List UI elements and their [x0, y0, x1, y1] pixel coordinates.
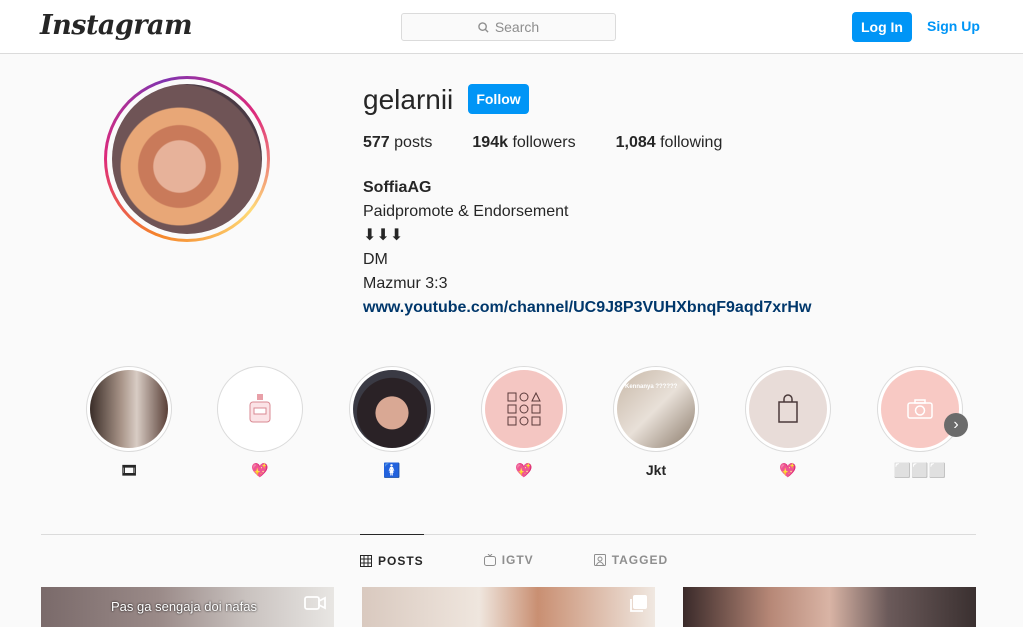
highlight-item[interactable]: 🚺: [349, 366, 435, 479]
story-highlights: 🎞 💖 🚺 💖 Kennanya ?????? Jkt 💖 ⬜⬜⬜ ›: [86, 366, 976, 486]
highlight-label: 🚺: [383, 462, 401, 478]
bio-line: ⬇⬇⬇: [363, 227, 404, 244]
post-thumbnail[interactable]: Pas ga sengaja doi nafas: [41, 587, 334, 627]
bio-line: Paidpromote & Endorsement: [363, 203, 569, 220]
search-icon: [478, 21, 489, 33]
multi-photo-icon: [630, 595, 647, 612]
bio-name: SoffiaAG: [363, 179, 432, 196]
highlight-label: 🎞: [120, 462, 138, 478]
avatar-photo: [112, 84, 262, 234]
highlight-item[interactable]: 🎞: [86, 366, 172, 479]
video-icon: [304, 596, 326, 610]
highlight-item[interactable]: 💖: [745, 366, 831, 479]
highlight-item[interactable]: Kennanya ?????? Jkt: [613, 366, 699, 478]
highlight-label: Jkt: [645, 462, 667, 478]
follow-button[interactable]: Follow: [468, 84, 529, 114]
bio-line: DM: [363, 251, 388, 268]
highlight-photo: [485, 370, 563, 448]
perfume-bottle-icon: [249, 394, 271, 423]
tab-posts[interactable]: POSTS: [360, 534, 424, 586]
instagram-logo[interactable]: Instagram: [40, 10, 193, 41]
top-navigation-bar: Instagram Search Log In Sign Up: [0, 0, 1023, 54]
grid-icon: [360, 554, 372, 567]
search-placeholder: Search: [494, 19, 540, 35]
post-thumbnail[interactable]: [362, 587, 655, 627]
profile-username: gelarnii: [363, 84, 454, 115]
bio-link[interactable]: www.youtube.com/channel/UC9J8P3VUHXbnqF9…: [363, 299, 811, 316]
highlight-photo: Kennanya ??????: [617, 370, 695, 448]
followers-stat[interactable]: 194k followers: [472, 134, 575, 152]
tagged-icon: [593, 554, 606, 566]
post-caption: Pas ga sengaja doi nafas: [111, 599, 257, 614]
highlight-item[interactable]: 💖: [217, 366, 303, 479]
highlight-photo: [353, 370, 431, 448]
highlight-label: ⬜⬜⬜: [893, 462, 947, 478]
camera-icon: [907, 399, 933, 419]
highlight-label: 💖: [779, 462, 797, 478]
highlight-photo: [881, 370, 959, 448]
profile-tabs: POSTS IGTV TAGGED: [360, 534, 728, 586]
bio-line: Mazmur 3:3: [363, 275, 448, 292]
highlight-photo: [221, 370, 299, 448]
highlight-photo: [90, 370, 168, 448]
signup-link[interactable]: Sign Up: [927, 18, 980, 34]
login-button[interactable]: Log In: [852, 12, 912, 42]
profile-avatar[interactable]: [104, 76, 270, 242]
posts-stat: 577 posts: [363, 134, 433, 151]
highlights-next-button[interactable]: ›: [944, 413, 968, 437]
post-thumbnail[interactable]: [683, 587, 976, 627]
highlight-photo: [749, 370, 827, 448]
tab-igtv[interactable]: IGTV: [483, 534, 534, 586]
igtv-icon: [483, 554, 496, 566]
tab-tagged[interactable]: TAGGED: [593, 534, 668, 586]
chevron-right-icon: ›: [953, 416, 959, 433]
icon-grid-icon: [507, 391, 541, 426]
following-stat[interactable]: 1,084 following: [616, 134, 723, 152]
profile-stats: 577 posts 194k followers 1,084 following: [363, 134, 762, 152]
profile-bio: SoffiaAG Paidpromote & Endorsement ⬇⬇⬇ D…: [363, 176, 811, 320]
search-input[interactable]: Search: [401, 13, 616, 41]
highlight-item[interactable]: 💖: [481, 366, 567, 479]
highlight-label: 💖: [251, 462, 269, 478]
highlight-label: 💖: [515, 462, 533, 478]
highlight-overlay-text: Kennanya ??????: [625, 384, 678, 390]
shopping-bag-icon: [778, 394, 798, 423]
